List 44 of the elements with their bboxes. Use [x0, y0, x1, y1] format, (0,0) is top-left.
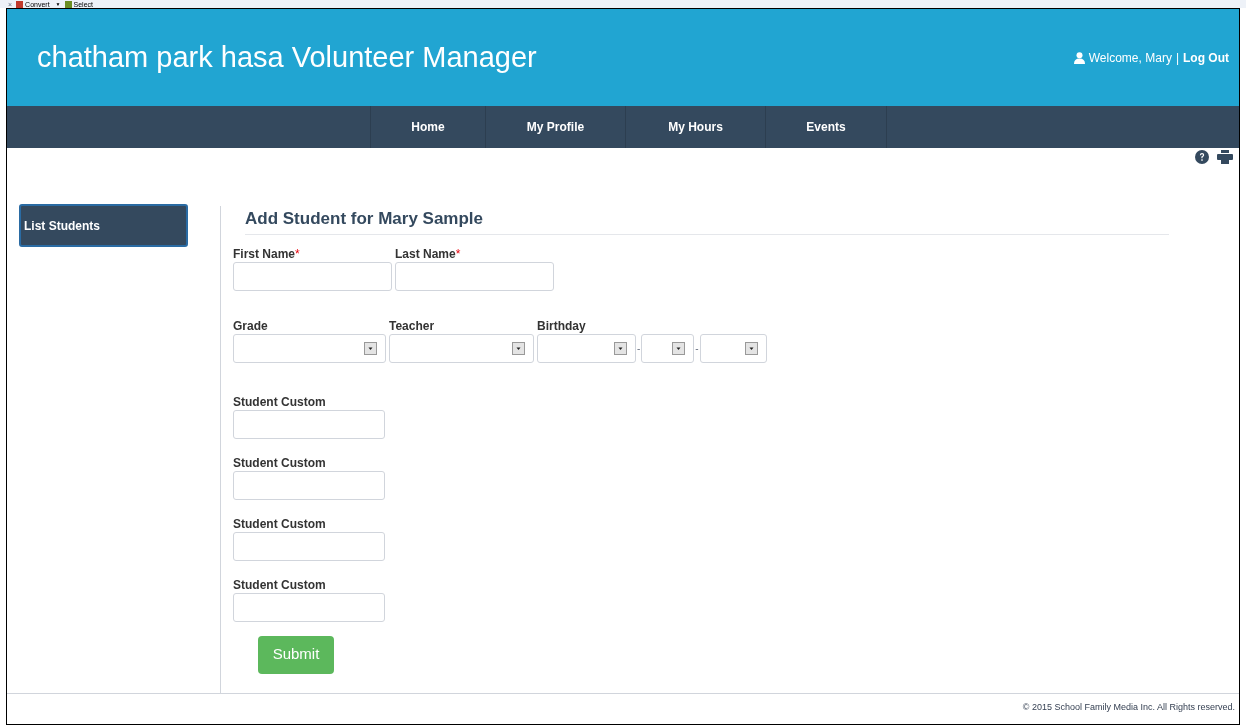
- form-title: Add Student for Mary Sample: [245, 209, 484, 228]
- date-separator: -: [694, 341, 700, 356]
- input-field[interactable]: [233, 409, 385, 439]
- nav-item[interactable]: Events: [765, 106, 887, 148]
- input-field[interactable]: [233, 261, 392, 291]
- sidebar-item[interactable]: List Students: [19, 204, 188, 247]
- site-title: chatham park hasa Volunteer Manager: [37, 39, 537, 75]
- welcome-text: Welcome, Mary: [1088, 49, 1172, 67]
- required-mark: *: [455, 246, 461, 261]
- field-label: Student Custom: [233, 455, 326, 470]
- nav-item[interactable]: My Hours: [625, 106, 765, 148]
- dropdown-icon: [744, 341, 758, 355]
- dropdown-icon: [364, 341, 377, 355]
- field-label: Student Custom: [233, 577, 326, 592]
- select-icon: [64, 0, 72, 8]
- input-field[interactable]: [233, 592, 385, 622]
- field-label: Birthday: [537, 318, 586, 333]
- field-label: Last Name: [395, 246, 456, 261]
- input-field[interactable]: [395, 261, 554, 291]
- field-label: Student Custom: [233, 394, 326, 409]
- copyright-text: © 2015 School Family Media Inc. All Rights reserved.: [1022, 701, 1235, 714]
- dropdown-icon: [512, 341, 525, 355]
- field-label: Grade: [233, 318, 268, 333]
- help-icon: [1195, 150, 1209, 164]
- dropdown-icon: [614, 341, 627, 355]
- pdf-icon: [16, 0, 24, 8]
- select-field[interactable]: [389, 333, 534, 363]
- dropdown-icon: [672, 341, 686, 355]
- date-separator: -: [636, 341, 642, 356]
- field-label: First Name: [233, 246, 296, 261]
- field-label: Student Custom: [233, 516, 326, 531]
- required-mark: *: [295, 246, 300, 261]
- select-field[interactable]: [699, 333, 767, 363]
- user-icon: [1073, 51, 1085, 64]
- input-field[interactable]: [233, 531, 385, 561]
- input-field[interactable]: [233, 470, 385, 500]
- nav-item[interactable]: Home: [370, 106, 485, 148]
- print-icon: [1217, 150, 1233, 164]
- field-label: Teacher: [389, 318, 435, 333]
- nav-item[interactable]: My Profile: [485, 106, 625, 148]
- select-field[interactable]: [537, 333, 636, 363]
- select-field[interactable]: [233, 333, 386, 363]
- select-field[interactable]: [641, 333, 695, 363]
- separator-text: |: [1175, 49, 1179, 67]
